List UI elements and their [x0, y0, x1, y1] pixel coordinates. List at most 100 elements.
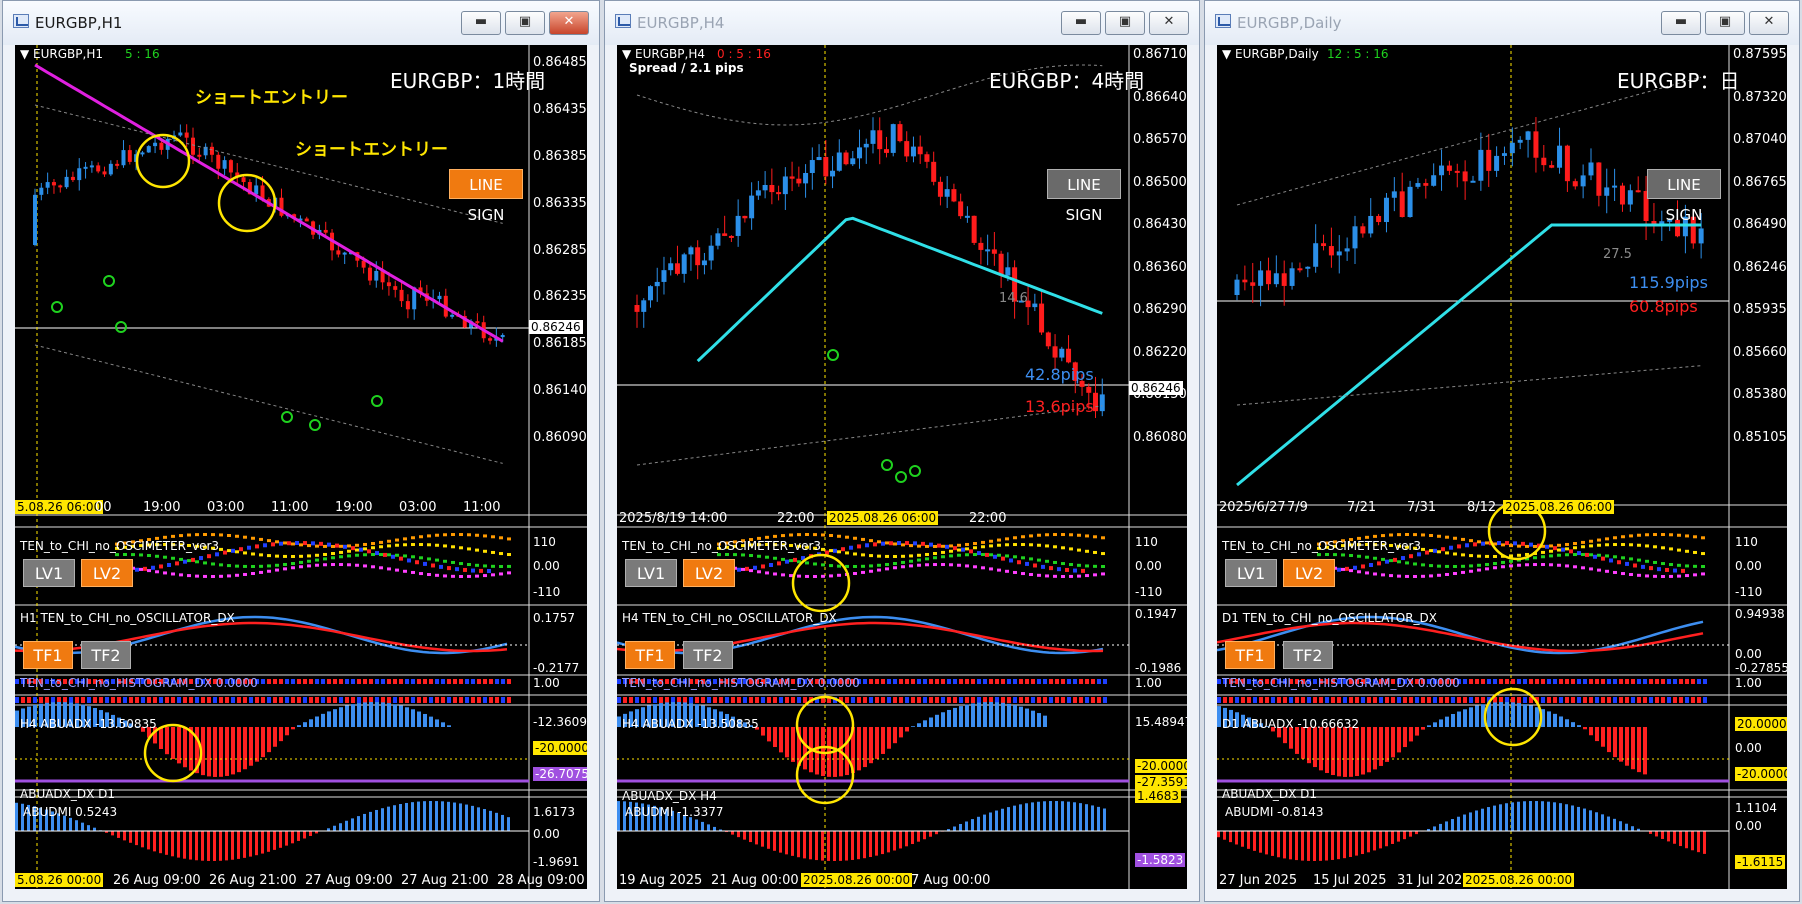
- maximize-icon[interactable]: ▣: [505, 11, 545, 35]
- time-label: 00: [95, 500, 112, 515]
- abuadx-bar: [1535, 707, 1539, 727]
- oscimeter-dot: [949, 544, 953, 548]
- minimize-icon[interactable]: ▬: [1661, 11, 1701, 35]
- line-sign-button[interactable]: LINE SIGN: [449, 169, 523, 224]
- oscimeter-dot: [1525, 544, 1529, 548]
- abudmi-bar: [207, 831, 210, 861]
- lv2-button[interactable]: LV2: [81, 559, 133, 587]
- oscimeter-dot: [315, 544, 319, 548]
- window-titlebar[interactable]: EURGBP,H4 ▬ ▣ ✕: [605, 1, 1199, 45]
- signal-marker: [115, 321, 127, 333]
- tf2-button[interactable]: TF2: [81, 641, 131, 669]
- abudmi-bar: [363, 813, 366, 831]
- oscimeter-dot: [861, 553, 865, 557]
- abuadx-bar: [1319, 727, 1323, 771]
- candle-body: [701, 260, 707, 266]
- oscillator-axis-mid: 0.00: [1735, 647, 1762, 661]
- oscimeter-dot: [1501, 565, 1505, 569]
- chart-window-h4[interactable]: EURGBP,H4 ▬ ▣ ✕ ▼ EURGBP,H4 0 : 5 : 16 S…: [604, 0, 1200, 902]
- abudmi-bar: [1691, 831, 1694, 851]
- lv2-button[interactable]: LV2: [1283, 559, 1335, 587]
- minimize-icon[interactable]: ▬: [461, 11, 501, 35]
- candle-body: [51, 182, 56, 186]
- histogram-bar: [659, 697, 663, 703]
- oscimeter-dot: [1069, 547, 1073, 551]
- lv1-button[interactable]: LV1: [23, 559, 75, 587]
- histogram-bar: [381, 679, 385, 684]
- abudmi-bar: [1469, 812, 1472, 831]
- abuadx-bar: [1553, 713, 1557, 727]
- oscimeter-dot: [483, 574, 487, 578]
- oscimeter-dot: [1597, 538, 1601, 542]
- candle-body: [937, 181, 943, 197]
- histogram-bar: [1673, 697, 1677, 703]
- abudmi-bar: [953, 826, 956, 831]
- abudmi-bar: [1619, 821, 1622, 831]
- candle-body: [1486, 149, 1492, 171]
- oscimeter-dot: [861, 570, 865, 574]
- candle-body: [1086, 386, 1092, 393]
- lv2-button[interactable]: LV2: [683, 559, 735, 587]
- histogram-bar: [279, 697, 283, 703]
- oscimeter-signal-dot: [279, 541, 283, 546]
- chart-window-daily[interactable]: EURGBP,Daily ▬ ▣ ✕ ▼ EURGBP,Daily 12 : 5…: [1204, 0, 1800, 902]
- maximize-icon[interactable]: ▣: [1105, 11, 1145, 35]
- oscimeter-dot: [1013, 543, 1017, 547]
- histogram-bar: [399, 697, 403, 703]
- candle-body: [1099, 394, 1105, 412]
- lv1-button[interactable]: LV1: [625, 559, 677, 587]
- histogram-bar: [1283, 697, 1287, 703]
- price-axis-label: 0.85380: [1733, 387, 1787, 403]
- oscimeter-dot: [435, 573, 439, 577]
- tf2-button[interactable]: TF2: [683, 641, 733, 669]
- close-icon[interactable]: ✕: [549, 11, 589, 35]
- abudmi-bar: [255, 831, 258, 856]
- candle-body: [1305, 266, 1311, 269]
- abudmi-bar: [1361, 831, 1364, 855]
- chart-area[interactable]: ▼ EURGBP,Daily 12 : 5 : 16 EURGBP：日 LINE…: [1217, 45, 1787, 889]
- tf1-button[interactable]: TF1: [625, 641, 675, 669]
- window-titlebar[interactable]: EURGBP,Daily ▬ ▣ ✕: [1205, 1, 1799, 45]
- abudmi-bar: [279, 831, 282, 848]
- oscimeter-dot: [147, 569, 151, 573]
- oscimeter-dot: [235, 564, 239, 568]
- line-sign-button[interactable]: LINE SIGN: [1047, 169, 1121, 224]
- window-titlebar[interactable]: EURGBP,H1 ▬ ▣ ✕: [3, 1, 599, 45]
- chart-window-h1[interactable]: EURGBP,H1 ▬ ▣ ✕ ▼ EURGBP,H1 5 : 16 EURGB…: [2, 0, 600, 902]
- oscimeter-dot: [467, 533, 471, 537]
- abudmi-bar: [219, 831, 222, 861]
- lv1-button[interactable]: LV1: [1225, 559, 1277, 587]
- histogram-bar: [1577, 697, 1581, 703]
- oscimeter-signal-dot: [1585, 552, 1589, 557]
- tf2-button[interactable]: TF2: [1283, 641, 1333, 669]
- histogram-bar: [629, 697, 633, 703]
- oscimeter-dot: [1549, 563, 1553, 567]
- oscimeter-dot: [331, 563, 335, 567]
- oscimeter-dot: [1629, 534, 1633, 538]
- oscimeter-dot: [901, 554, 905, 558]
- oscimeter-dot: [845, 551, 849, 555]
- chart-area[interactable]: ▼ EURGBP,H4 0 : 5 : 16 Spread / 2.1 pips…: [617, 45, 1187, 889]
- line-sign-button[interactable]: LINE SIGN: [1647, 169, 1721, 224]
- minimize-icon[interactable]: ▬: [1061, 11, 1101, 35]
- tf1-button[interactable]: TF1: [1225, 641, 1275, 669]
- tf1-button[interactable]: TF1: [23, 641, 73, 669]
- oscimeter-dot: [259, 553, 263, 557]
- close-icon[interactable]: ✕: [1149, 11, 1189, 35]
- histogram-bar: [1295, 697, 1299, 703]
- abuadx-bar: [1343, 727, 1347, 777]
- abudmi-bar: [267, 831, 270, 852]
- oscimeter-dot: [1029, 543, 1033, 547]
- abuadx-bar: [983, 702, 987, 727]
- maximize-icon[interactable]: ▣: [1705, 11, 1745, 35]
- abudmi-bar: [123, 831, 126, 841]
- close-icon[interactable]: ✕: [1749, 11, 1789, 35]
- oscimeter-dot: [219, 533, 223, 537]
- oscimeter-dot: [1541, 550, 1545, 554]
- abuadx-bar: [857, 727, 861, 771]
- abudmi-bar: [791, 831, 794, 856]
- oscimeter-dot: [163, 571, 167, 575]
- histogram-bar: [1529, 679, 1533, 684]
- abuadx-bar: [303, 722, 307, 727]
- chart-area[interactable]: ▼ EURGBP,H1 5 : 16 EURGBP：1時間 ショートエントリー …: [15, 45, 587, 889]
